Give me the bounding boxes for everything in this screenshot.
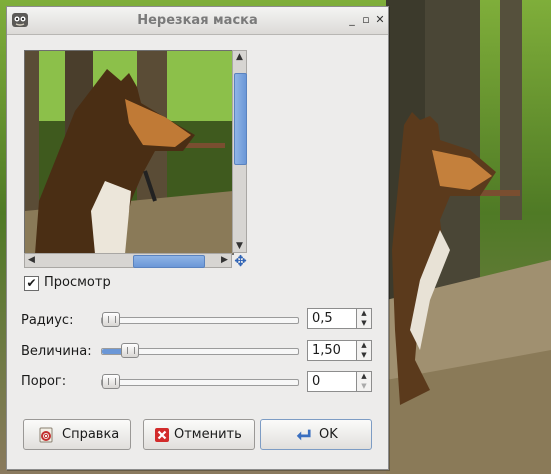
scroll-down-icon[interactable]: ▼ xyxy=(233,240,246,252)
close-icon[interactable]: ✕ xyxy=(373,13,387,27)
ok-button-label: OK xyxy=(319,427,338,442)
maximize-icon[interactable]: ▫ xyxy=(359,13,373,27)
titlebar[interactable]: Нерезкая маска _ ▫ ✕ xyxy=(7,7,388,35)
increment-icon[interactable]: ▲ xyxy=(357,341,371,350)
decrement-icon[interactable]: ▼ xyxy=(357,351,371,360)
ok-button[interactable]: OK xyxy=(260,419,372,450)
amount-label: Величина: xyxy=(21,344,92,359)
amount-value-field[interactable]: 1,50 xyxy=(307,340,357,361)
cancel-icon xyxy=(155,428,169,442)
unsharp-mask-dialog: Нерезкая маска _ ▫ ✕ ▲ ▼ ◀ ▶ ✥ ✔ Просмот… xyxy=(6,6,389,470)
decrement-icon: ▼ xyxy=(361,382,367,390)
window-title: Нерезкая маска xyxy=(137,13,258,28)
radius-value-field[interactable]: 0,5 xyxy=(307,308,357,329)
decrement-icon[interactable]: ▼ xyxy=(357,319,371,328)
threshold-label: Порог: xyxy=(21,374,67,389)
vertical-scroll-thumb[interactable] xyxy=(234,73,247,165)
preview-vertical-scrollbar[interactable]: ▲ ▼ xyxy=(232,50,247,253)
radius-slider[interactable] xyxy=(101,312,299,327)
radius-label: Радиус: xyxy=(21,313,74,328)
scroll-up-icon[interactable]: ▲ xyxy=(233,51,246,63)
threshold-value-field[interactable]: 0 xyxy=(307,371,357,392)
minimize-icon[interactable]: _ xyxy=(345,13,359,27)
preview-checkbox[interactable]: ✔ xyxy=(24,276,39,291)
preview-horizontal-scrollbar[interactable]: ◀ ▶ xyxy=(24,253,232,268)
cancel-button-label: Отменить xyxy=(174,427,242,442)
ok-return-icon xyxy=(296,429,311,441)
amount-slider[interactable] xyxy=(101,343,299,358)
increment-icon[interactable]: ▲ xyxy=(357,309,371,318)
move-navigate-icon[interactable]: ✥ xyxy=(233,254,248,269)
help-button[interactable]: Справка xyxy=(23,419,131,450)
amount-stepper[interactable]: ▲ ▼ xyxy=(357,340,372,361)
threshold-slider-handle[interactable] xyxy=(102,374,120,389)
radius-slider-handle[interactable] xyxy=(102,312,120,327)
increment-icon[interactable]: ▲ xyxy=(357,372,371,381)
preview-image[interactable] xyxy=(24,50,234,255)
scroll-left-icon[interactable]: ◀ xyxy=(25,254,38,266)
help-icon xyxy=(39,427,53,443)
help-button-label: Справка xyxy=(62,427,120,442)
radius-stepper[interactable]: ▲ ▼ xyxy=(357,308,372,329)
scroll-right-icon[interactable]: ▶ xyxy=(218,254,231,266)
threshold-stepper[interactable]: ▲ ▼ xyxy=(357,371,372,392)
preview-checkbox-label: Просмотр xyxy=(44,275,111,290)
horizontal-scroll-thumb[interactable] xyxy=(133,255,205,268)
amount-slider-handle[interactable] xyxy=(121,343,139,358)
threshold-slider[interactable] xyxy=(101,374,299,389)
cancel-button[interactable]: Отменить xyxy=(143,419,255,450)
